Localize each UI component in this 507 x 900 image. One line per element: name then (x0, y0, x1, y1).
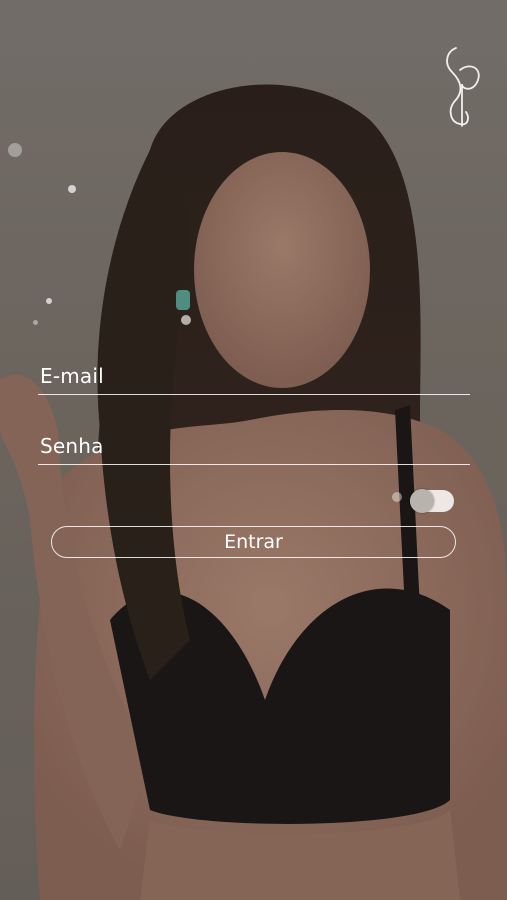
password-placeholder: Senha (40, 434, 104, 458)
login-button[interactable]: Entrar (51, 526, 456, 558)
email-placeholder: E-mail (40, 364, 104, 388)
password-field[interactable]: Senha (38, 430, 470, 465)
email-field[interactable]: E-mail (38, 360, 470, 395)
login-button-label: Entrar (224, 531, 283, 553)
sparkle-dot (8, 143, 22, 157)
script-monogram-logo-icon (446, 47, 480, 127)
sparkle-dot (33, 320, 38, 325)
login-screen: E-mail Senha Entrar (0, 0, 507, 900)
sparkle-dot (68, 185, 76, 193)
sparkle-dot (46, 298, 52, 304)
sparkle-dot (392, 492, 402, 502)
remember-toggle[interactable] (410, 489, 454, 513)
toggle-knob (410, 489, 434, 513)
